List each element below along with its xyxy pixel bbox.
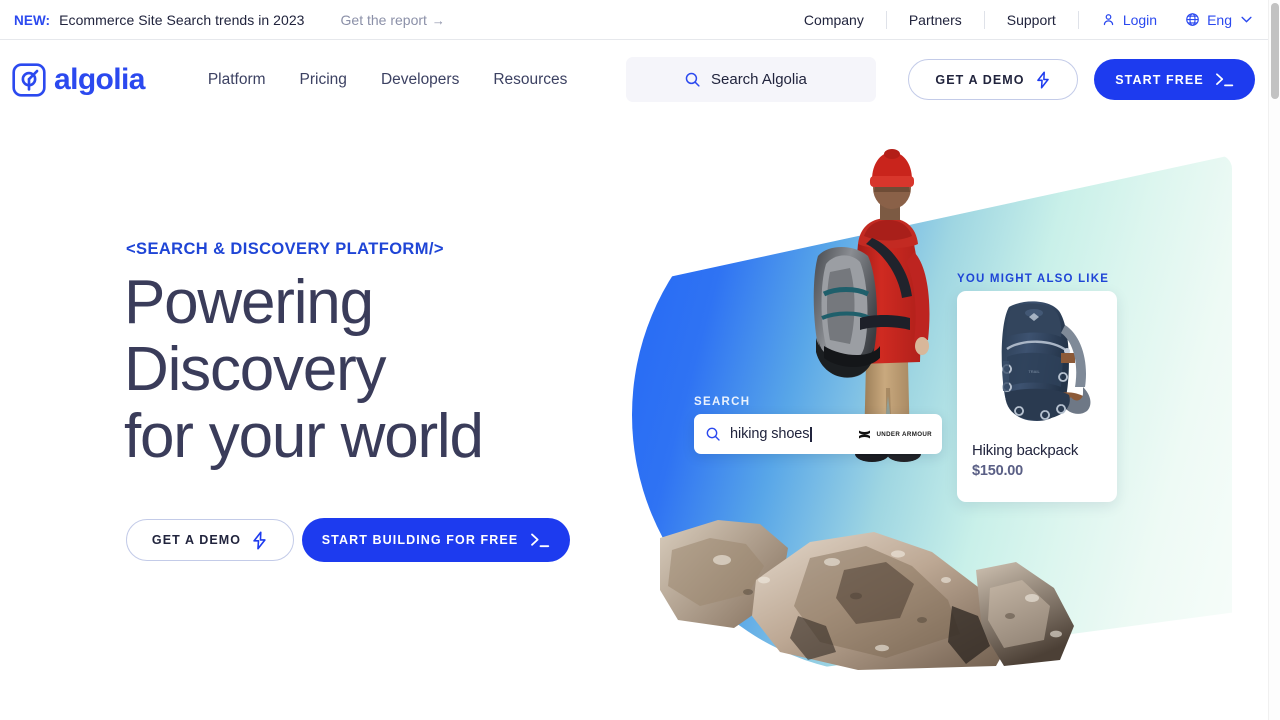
demo-search-input[interactable]: hiking shoes UNDER ARMOUR: [694, 414, 942, 454]
get-a-demo-button-header[interactable]: GET A DEMO: [908, 59, 1078, 100]
nav-links: Platform Pricing Developers Resources: [191, 71, 585, 89]
globe-icon: [1186, 13, 1199, 26]
lightning-bolt-icon: [1036, 70, 1049, 89]
svg-text:TRAIL: TRAIL: [1028, 369, 1040, 374]
announcement-message: NEW: Ecommerce Site Search trends in 202…: [14, 12, 445, 28]
lightning-bolt-icon: [253, 530, 266, 550]
start-building-label: START BUILDING FOR FREE: [321, 533, 519, 547]
nav-item-company[interactable]: Company: [782, 11, 886, 29]
announcement-bar: NEW: Ecommerce Site Search trends in 202…: [0, 0, 1268, 40]
search-placeholder: Search Algolia: [711, 71, 807, 88]
page-title: Powering Discovery for your world: [124, 269, 644, 470]
get-the-report-label: Get the report: [340, 11, 427, 28]
hero-eyebrow: <SEARCH & DISCOVERY PLATFORM/>: [126, 240, 444, 258]
algolia-wordmark: algolia: [54, 63, 145, 96]
under-armour-logo: UNDER ARMOUR: [857, 429, 932, 440]
scrollbar-thumb[interactable]: [1271, 3, 1279, 99]
start-free-label: START FREE: [1115, 72, 1204, 87]
nav-item-platform[interactable]: Platform: [191, 71, 283, 89]
start-building-for-free-button[interactable]: START BUILDING FOR FREE: [302, 518, 570, 562]
under-armour-mark-icon: [859, 430, 871, 438]
product-name: Hiking backpack: [972, 442, 1079, 459]
get-a-demo-label: GET A DEMO: [935, 72, 1025, 87]
login-link[interactable]: Login: [1079, 12, 1171, 28]
hiking-backpack-icon: TRAIL: [1001, 301, 1091, 421]
get-a-demo-button-hero[interactable]: GET A DEMO: [126, 519, 294, 561]
language-label: Eng: [1207, 11, 1232, 28]
page-scrollbar[interactable]: [1268, 0, 1280, 720]
product-price: $150.00: [972, 463, 1024, 479]
announcement-text: Ecommerce Site Search trends in 2023: [59, 11, 305, 28]
nav-item-pricing[interactable]: Pricing: [283, 71, 364, 89]
login-label: Login: [1122, 11, 1158, 28]
announcement-new-badge: NEW:: [14, 12, 51, 28]
search-icon: [685, 72, 700, 87]
search-input[interactable]: Search Algolia: [626, 57, 876, 102]
chevron-down-icon: [1241, 16, 1252, 23]
language-selector[interactable]: Eng: [1171, 12, 1252, 28]
nav-item-support[interactable]: Support: [985, 11, 1078, 29]
hero-title-line-1: Powering: [124, 268, 374, 337]
terminal-prompt-icon: [1215, 73, 1233, 87]
under-armour-wordmark: UNDER ARMOUR: [876, 430, 932, 438]
nav-item-resources[interactable]: Resources: [476, 71, 584, 89]
algolia-mark-icon: [12, 63, 46, 97]
nav-item-partners[interactable]: Partners: [887, 11, 984, 29]
terminal-prompt-icon: [531, 533, 550, 548]
start-free-button-header[interactable]: START FREE: [1094, 59, 1255, 100]
get-a-demo-label: GET A DEMO: [151, 533, 242, 547]
hero-illustration: [620, 130, 1270, 690]
algolia-logo[interactable]: algolia: [12, 63, 145, 97]
search-icon: [706, 427, 720, 441]
text-cursor: [810, 426, 812, 442]
hero-title-line-3: for your world: [124, 402, 484, 471]
product-card[interactable]: TRAIL Hiking backpack $150.00: [957, 291, 1117, 502]
algolia-homepage: NEW: Ecommerce Site Search trends in 202…: [0, 0, 1280, 720]
nav-item-developers[interactable]: Developers: [364, 71, 476, 89]
demo-search-query: hiking shoes: [730, 426, 810, 442]
announcement-nav: Company Partners Support Login Eng: [782, 0, 1252, 39]
recommendation-label: YOU MIGHT ALSO LIKE: [957, 273, 1110, 285]
hero-title-line-2: Discovery: [124, 335, 387, 404]
get-the-report-link[interactable]: Get the report →: [341, 12, 445, 28]
product-image: TRAIL: [957, 291, 1117, 441]
arrow-right-icon: →: [431, 12, 445, 28]
demo-search-label: SEARCH: [694, 396, 751, 408]
person-icon: [1103, 14, 1113, 26]
